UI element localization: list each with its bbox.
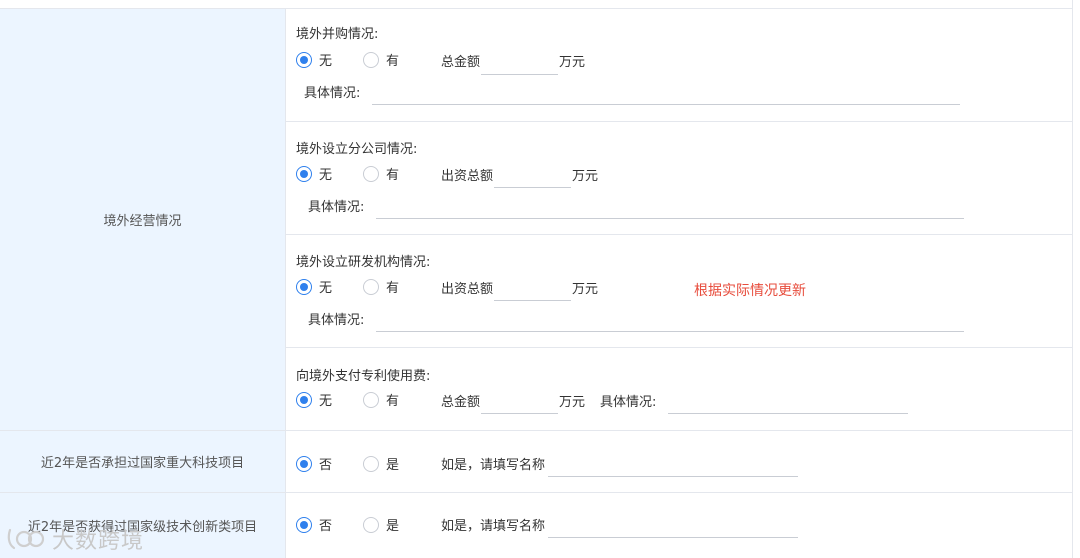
rd-title: 境外设立研发机构情况: (296, 255, 431, 270)
major-project-name-input[interactable] (548, 455, 798, 477)
major-project-content: 否 是 如是，请填写名称 (286, 431, 1072, 492)
radio-circle (296, 516, 312, 533)
major-project-yes-radio[interactable]: 是 (363, 454, 399, 473)
radio-label: 无 (319, 54, 333, 69)
overseas-content: 境外并购情况: 无 有 总金额 万元 具体情况: 境外设立分公司情况: 无 有 … (286, 9, 1072, 430)
rd-unit: 万元 (572, 282, 599, 297)
radio-label: 无 (319, 168, 333, 183)
radio-label: 有 (386, 281, 400, 296)
radio-circle (296, 51, 312, 68)
radio-circle (296, 455, 312, 472)
watermark: 大数跨境 (6, 523, 144, 555)
acquisition-amount-input[interactable] (481, 53, 558, 75)
patent-block: 向境外支付专利使用费: 无 有 总金额 万元 具体情况: (286, 348, 1072, 430)
radio-circle (296, 165, 312, 182)
major-project-label-cell: 近2年是否承担过国家重大科技项目 (0, 431, 286, 492)
branch-unit: 万元 (572, 169, 599, 184)
acquisition-no-radio[interactable]: 无 (296, 50, 332, 69)
radio-label: 否 (319, 458, 333, 473)
update-note: 根据实际情况更新 (694, 283, 806, 299)
radio-label: 无 (319, 281, 333, 296)
radio-label: 否 (319, 519, 333, 534)
branch-amount-label: 出资总额 (441, 169, 494, 184)
radio-label: 是 (386, 519, 400, 534)
radio-label: 无 (319, 394, 333, 409)
branch-no-radio[interactable]: 无 (296, 164, 332, 183)
radio-circle (296, 391, 312, 408)
branch-yes-radio[interactable]: 有 (363, 164, 399, 183)
major-project-label: 近2年是否承担过国家重大科技项目 (40, 456, 245, 471)
patent-detail-label: 具体情况: (600, 395, 657, 410)
form-table: 境外经营情况 境外并购情况: 无 有 总金额 万元 具体情况: 境外设立分公司情… (0, 0, 1073, 558)
overseas-label: 境外经营情况 (103, 214, 182, 229)
acquisition-unit: 万元 (559, 55, 586, 70)
innovation-project-yes-radio[interactable]: 是 (363, 515, 399, 534)
innovation-project-name-input[interactable] (548, 516, 798, 538)
branch-title: 境外设立分公司情况: (296, 142, 418, 157)
radio-label: 是 (386, 458, 400, 473)
rd-no-radio[interactable]: 无 (296, 277, 332, 296)
radio-circle (363, 165, 379, 182)
patent-yes-radio[interactable]: 有 (363, 390, 399, 409)
rd-yes-radio[interactable]: 有 (363, 277, 399, 296)
innovation-project-name-label: 如是，请填写名称 (441, 519, 546, 534)
patent-amount-input[interactable] (481, 392, 558, 414)
acquisition-amount-label: 总金额 (441, 55, 481, 70)
rd-amount-input[interactable] (494, 279, 571, 301)
rd-amount-label: 出资总额 (441, 282, 494, 297)
patent-title: 向境外支付专利使用费: (296, 369, 431, 384)
innovation-project-no-radio[interactable]: 否 (296, 515, 332, 534)
patent-unit: 万元 (559, 395, 586, 410)
patent-detail-input[interactable] (668, 392, 908, 414)
radio-label: 有 (386, 168, 400, 183)
major-project-name-label: 如是，请填写名称 (441, 458, 546, 473)
radio-circle (363, 516, 379, 533)
radio-circle (363, 51, 379, 68)
watermark-text: 大数跨境 (52, 529, 145, 554)
acquisition-detail-input[interactable] (372, 83, 960, 105)
patent-no-radio[interactable]: 无 (296, 390, 332, 409)
branch-detail-label: 具体情况: (308, 200, 365, 215)
acquisition-title: 境外并购情况: (296, 27, 379, 42)
acquisition-block: 境外并购情况: 无 有 总金额 万元 具体情况: (286, 9, 1072, 122)
innovation-project-content: 否 是 如是，请填写名称 (286, 493, 1072, 558)
rd-detail-input[interactable] (376, 310, 964, 332)
watermark-logo-icon (7, 528, 45, 550)
branch-block: 境外设立分公司情况: 无 有 出资总额 万元 具体情况: (286, 122, 1072, 235)
rd-block: 境外设立研发机构情况: 无 有 出资总额 万元 根据实际情况更新 具体情况: (286, 235, 1072, 348)
radio-circle (363, 391, 379, 408)
branch-detail-input[interactable] (376, 197, 964, 219)
radio-label: 有 (386, 54, 400, 69)
radio-circle (363, 455, 379, 472)
radio-circle (363, 278, 379, 295)
branch-amount-input[interactable] (494, 166, 571, 188)
major-project-no-radio[interactable]: 否 (296, 454, 332, 473)
overseas-label-cell: 境外经营情况 (0, 9, 286, 430)
radio-circle (296, 278, 312, 295)
patent-amount-label: 总金额 (441, 395, 481, 410)
acquisition-yes-radio[interactable]: 有 (363, 50, 399, 69)
acquisition-detail-label: 具体情况: (304, 86, 361, 101)
rd-detail-label: 具体情况: (308, 313, 365, 328)
radio-label: 有 (386, 394, 400, 409)
